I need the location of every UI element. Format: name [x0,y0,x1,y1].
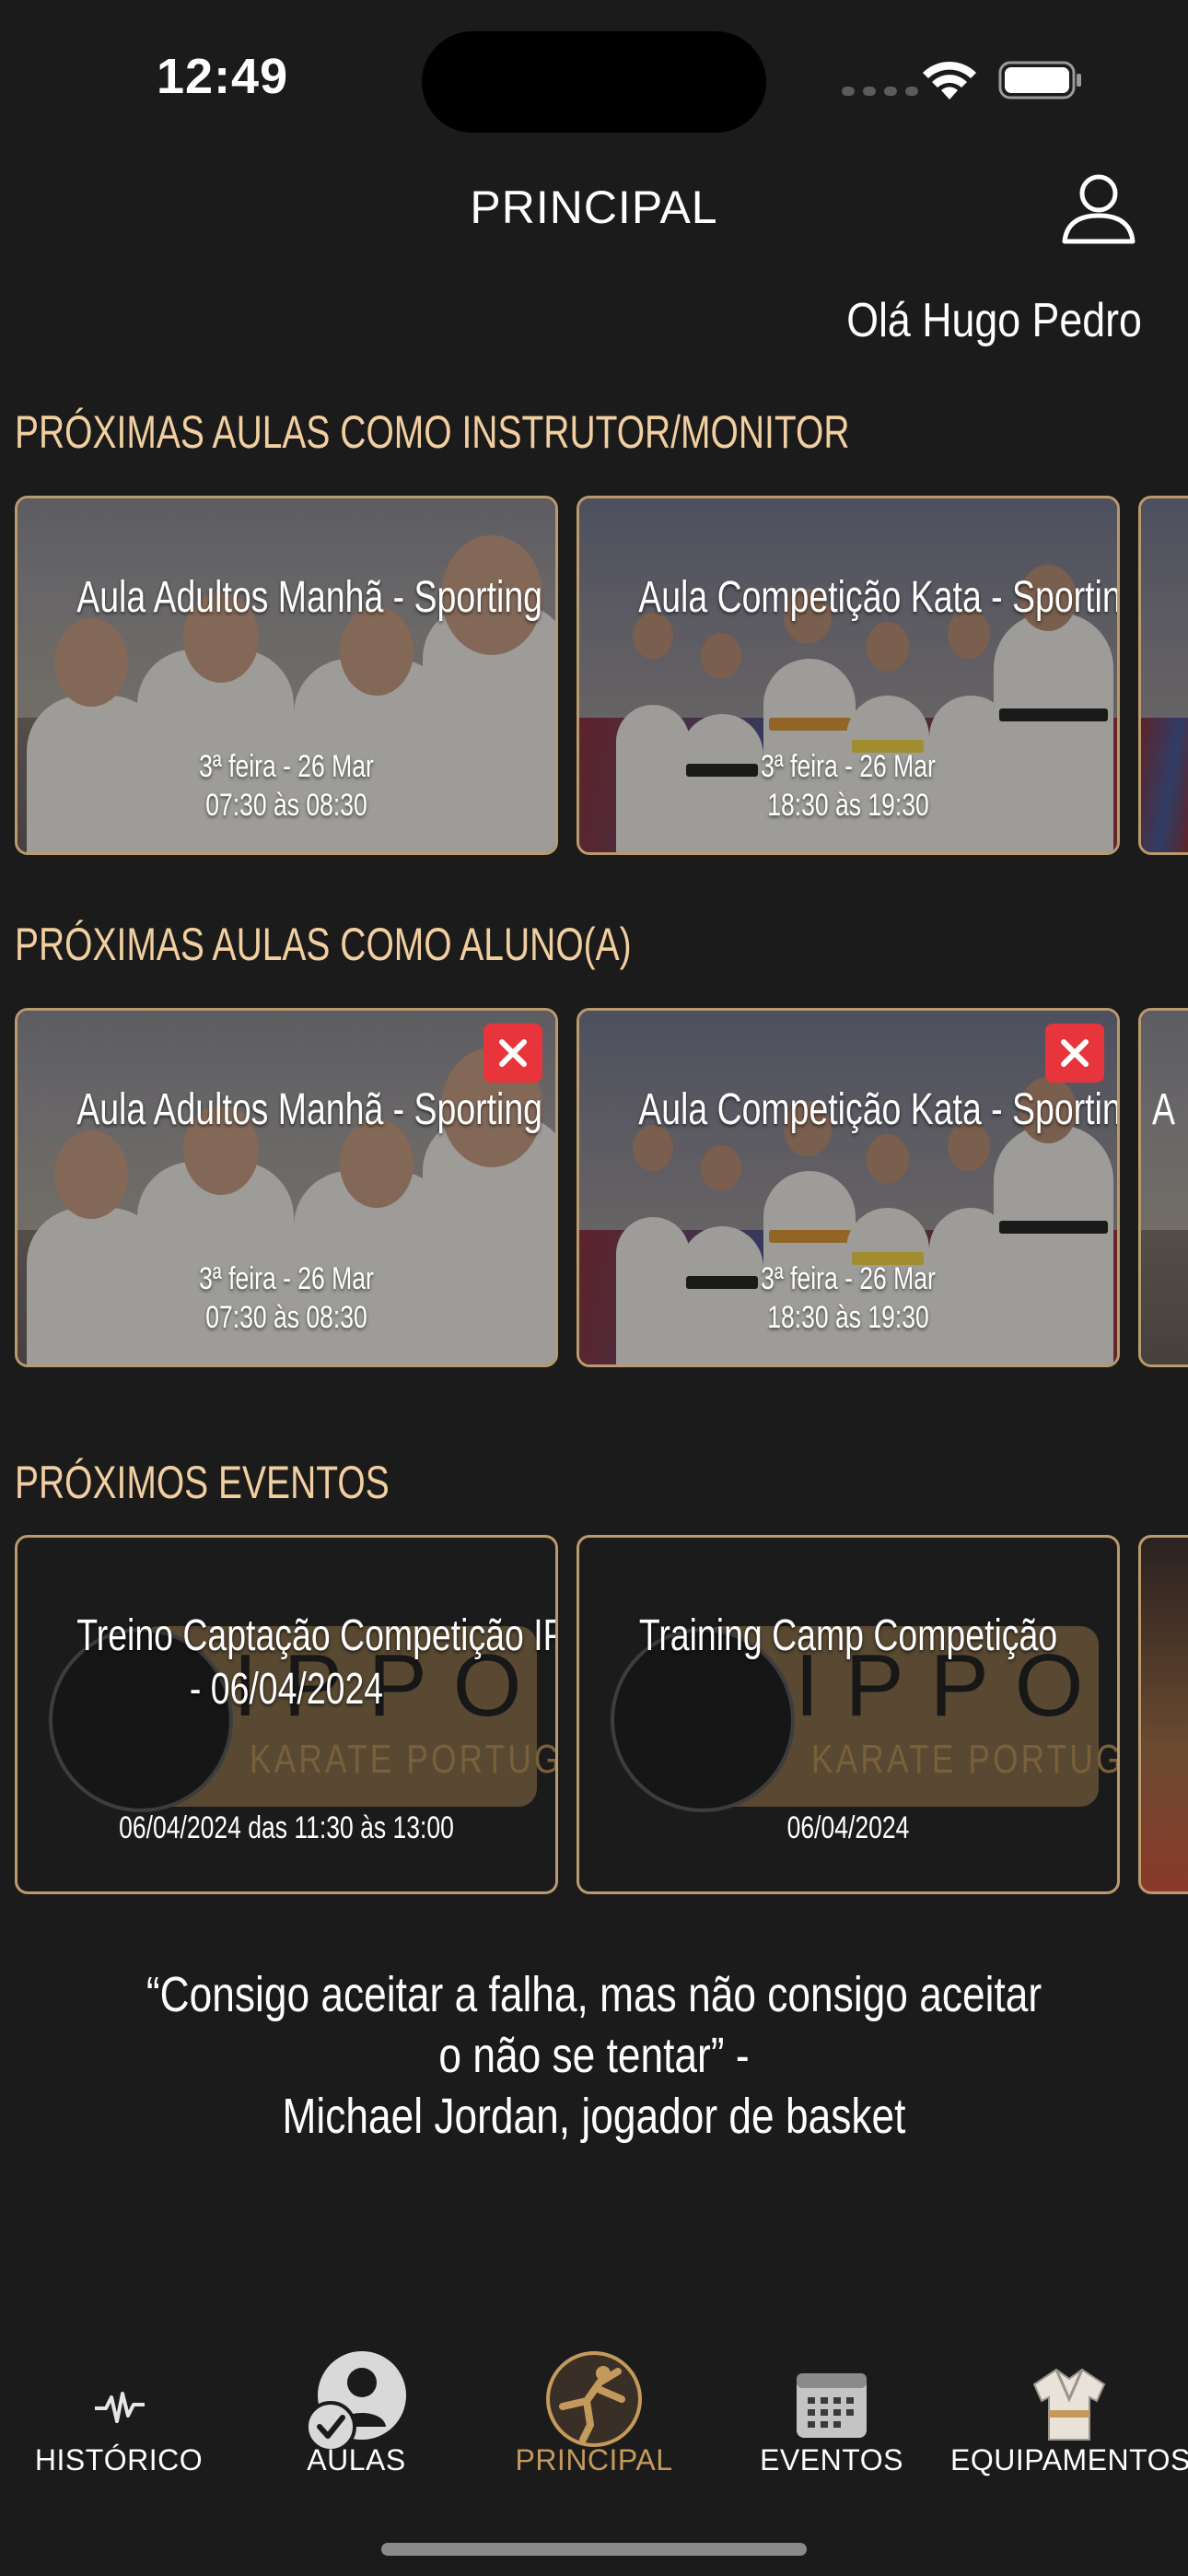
close-icon [499,1039,527,1067]
tab-eventos[interactable]: EVENTOS [713,2340,950,2488]
kimono-icon [1032,2368,1106,2441]
cancel-class-button[interactable] [1045,1024,1104,1083]
tab-aulas[interactable]: AULAS [238,2340,475,2488]
dynamic-island [422,31,766,133]
event-title: Training Camp Competição [638,1611,1058,1660]
event-title: Treino Captação Competição IPPON - 06/04… [76,1611,555,1714]
tab-label: EVENTOS [760,2443,903,2476]
class-title-peek: A [1152,1085,1175,1134]
status-time: 12:49 [157,49,289,104]
tab-label: EQUIPAMENTOS [950,2443,1188,2476]
close-icon [1061,1039,1089,1067]
events-carousel[interactable]: IPPON KARATE PORTUGAL Treino Captação Co… [0,1535,1188,1896]
instructor-classes-carousel[interactable]: Aula Adultos Manhã - Sporting 3ª feira -… [0,496,1188,857]
class-time: 18:30 às 19:30 [767,1300,929,1335]
tab-historico[interactable]: HISTÓRICO [0,2340,238,2488]
class-card[interactable]: Aula Adultos Manhã - Sporting 3ª feira -… [15,496,558,855]
calendar-icon [797,2373,867,2438]
tab-equipamentos[interactable]: EQUIPAMENTOS [950,2340,1188,2488]
class-date: 3ª feira - 26 Mar [199,1261,374,1296]
event-date: 06/04/2024 das 11:30 às 13:00 [119,1810,454,1845]
class-time: 07:30 às 08:30 [205,1300,367,1335]
event-card[interactable]: IPPON KARATE PORTUGAL Treino Captação Co… [15,1535,558,1894]
event-card-peek[interactable] [1138,1535,1188,1894]
class-date: 3ª feira - 26 Mar [761,1261,936,1296]
karate-kick-icon [546,2351,642,2447]
tab-label: HISTÓRICO [34,2443,204,2476]
home-indicator [381,2543,807,2556]
class-card[interactable]: Aula Competição Kata - Sporting 3ª feira… [577,1008,1120,1367]
cellular-signal-icon [842,87,918,96]
class-date: 3ª feira - 26 Mar [761,749,936,784]
wifi-icon [923,61,976,100]
class-card[interactable]: Aula Adultos Manhã - Sporting 3ª feira -… [15,1008,558,1367]
class-time: 07:30 às 08:30 [205,788,367,823]
student-section-title: PRÓXIMAS AULAS COMO ALUNO(A) [15,919,632,970]
class-card[interactable]: Aula Competição Kata - Sporting 3ª feira… [577,496,1120,855]
class-time: 18:30 às 19:30 [767,788,929,823]
tab-principal[interactable]: PRINCIPAL [475,2340,713,2488]
instructor-section-title: PRÓXIMAS AULAS COMO INSTRUTOR/MONITOR [15,406,850,458]
page-title: PRINCIPAL [470,181,718,233]
event-card[interactable]: IPPON KARATE PORTUGAL Training Camp Comp… [577,1535,1120,1894]
tab-label: PRINCIPAL [515,2443,673,2476]
tab-label: AULAS [307,2443,406,2476]
pulse-icon [95,2392,145,2423]
user-greeting: Olá Hugo Pedro [846,294,1142,347]
class-card-peek[interactable] [1138,496,1188,855]
tab-bar: HISTÓRICO AULAS PRINCIPAL EVENTOS EQUIPA… [0,2340,1188,2488]
class-title: Aula Adultos Manhã - Sporting [76,573,542,622]
class-title: Aula Competição Kata - Sporting [638,1085,1120,1134]
classes-icon [305,2351,406,2453]
class-title: Aula Competição Kata - Sporting [638,573,1120,622]
student-classes-carousel[interactable]: Aula Adultos Manhã - Sporting 3ª feira -… [0,1008,1188,1369]
event-date: 06/04/2024 [786,1810,910,1845]
class-title: Aula Adultos Manhã - Sporting [76,1085,542,1134]
cancel-class-button[interactable] [483,1024,542,1083]
motivational-quote: “Consigo aceitar a falha, mas não consig… [146,1967,1042,2144]
battery-icon [998,61,1081,100]
class-card-peek[interactable]: A [1138,1008,1188,1367]
class-date: 3ª feira - 26 Mar [199,749,374,784]
events-section-title: PRÓXIMOS EVENTOS [15,1457,390,1508]
profile-icon[interactable] [1057,166,1140,249]
